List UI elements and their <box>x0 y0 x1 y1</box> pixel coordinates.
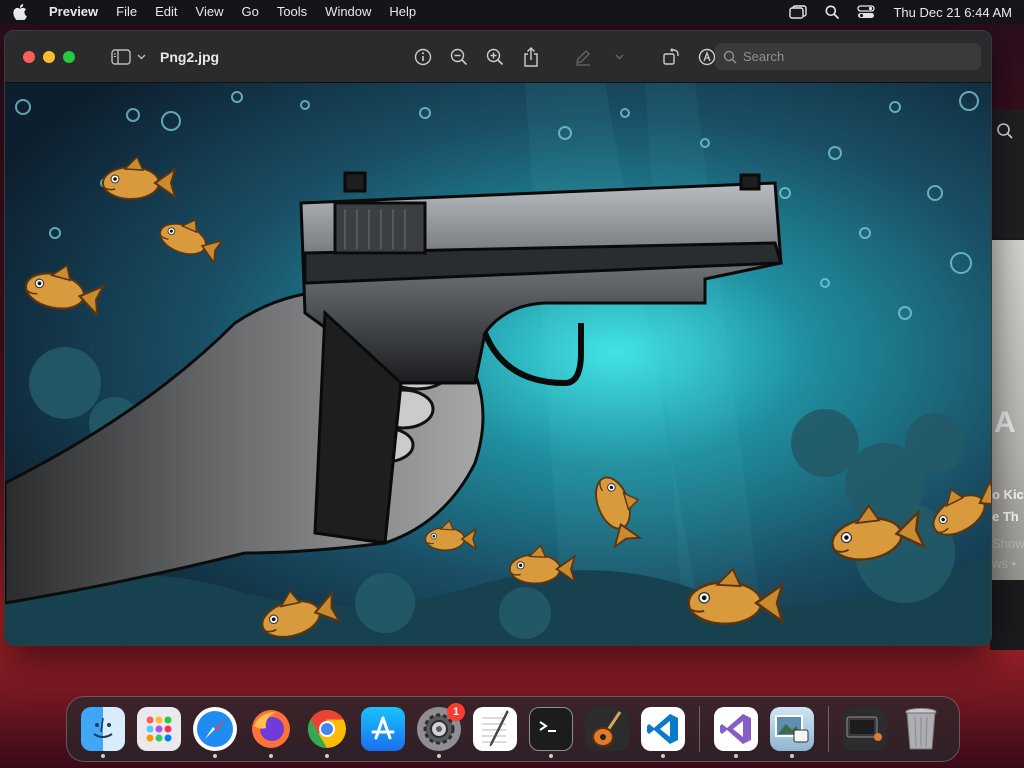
dock-visual-studio[interactable] <box>708 701 764 758</box>
pen-icon <box>576 50 590 66</box>
dock-launchpad[interactable] <box>131 701 187 757</box>
markup-pen-button[interactable] <box>565 31 601 83</box>
meta-line-1: Show <box>992 536 1024 551</box>
search-icon <box>723 50 737 64</box>
chevron-down-icon <box>615 54 623 60</box>
rotate-icon <box>663 48 679 65</box>
running-indicator <box>661 754 665 758</box>
window-toolbar: Png2.jpg <box>5 31 991 83</box>
menu-edit[interactable]: Edit <box>146 0 186 24</box>
zoom-in-icon <box>486 48 504 66</box>
sidebar-toggle-button[interactable] <box>111 48 146 65</box>
firefox-icon <box>249 707 293 751</box>
search-input[interactable] <box>743 49 963 64</box>
running-indicator <box>101 754 105 758</box>
dock-chrome[interactable] <box>299 701 355 758</box>
menu-view[interactable]: View <box>187 0 233 24</box>
dock-trash[interactable] <box>893 701 949 757</box>
menu-tools[interactable]: Tools <box>268 0 316 24</box>
dock-safari[interactable] <box>187 701 243 758</box>
headline-line-1: o Kic <box>992 487 1024 502</box>
running-indicator <box>213 754 217 758</box>
meta-line-2: ws • <box>992 556 1017 571</box>
dock-system-settings[interactable]: 1 <box>411 701 467 758</box>
dock-textedit[interactable] <box>467 701 523 757</box>
safari-icon <box>193 707 237 751</box>
document-title[interactable]: Png2.jpg <box>160 49 219 65</box>
notification-badge: 1 <box>447 703 465 721</box>
menu-file[interactable]: File <box>107 0 146 24</box>
zoom-window-button[interactable] <box>63 50 75 63</box>
control-center-icon[interactable] <box>849 5 883 19</box>
info-button[interactable] <box>405 31 441 83</box>
visual-studio-icon <box>714 707 758 751</box>
dock-garageband[interactable] <box>579 701 635 757</box>
headline-line-2: e Th <box>992 509 1019 524</box>
running-indicator <box>734 754 738 758</box>
textedit-icon <box>473 707 517 751</box>
running-indicator <box>790 754 794 758</box>
zoom-in-button[interactable] <box>477 31 513 83</box>
chevron-down-icon <box>137 54 146 59</box>
menu-help[interactable]: Help <box>380 0 425 24</box>
menu-window[interactable]: Window <box>316 0 380 24</box>
menu-app-preview[interactable]: Preview <box>40 0 107 24</box>
background-article-meta: Show ws • <box>992 534 1024 574</box>
dock-finder[interactable] <box>75 701 131 758</box>
traffic-lights <box>5 50 75 63</box>
zoom-out-button[interactable] <box>441 31 477 83</box>
toolbar-tools <box>405 31 725 83</box>
dock-app-store[interactable] <box>355 701 411 757</box>
markup-menu-button[interactable] <box>601 31 637 83</box>
app-store-icon <box>361 707 405 751</box>
markup-icon <box>698 48 716 66</box>
share-button[interactable] <box>513 31 549 83</box>
running-indicator <box>437 754 441 758</box>
terminal-icon <box>529 707 573 751</box>
zoom-out-icon <box>450 48 468 66</box>
running-indicator <box>549 754 553 758</box>
dock: 1 <box>66 696 960 762</box>
trash-icon <box>899 707 943 751</box>
running-indicator <box>325 754 329 758</box>
apple-icon <box>13 4 27 20</box>
menu-bar: Preview File Edit View Go Tools Window H… <box>0 0 1024 24</box>
apple-menu[interactable] <box>0 4 40 20</box>
minimize-window-button[interactable] <box>43 50 55 63</box>
menu-clock[interactable]: Thu Dec 21 6:44 AM <box>883 5 1012 20</box>
info-icon <box>414 48 432 66</box>
background-article-headline: o Kic e Th <box>992 484 1024 528</box>
launchpad-icon <box>137 707 181 751</box>
spotlight-search-icon[interactable] <box>815 5 849 19</box>
background-app-window[interactable]: A o Kic e Th Show ws • <box>990 110 1024 650</box>
rotate-button[interactable] <box>653 31 689 83</box>
chrome-icon <box>305 707 349 751</box>
dock-separator <box>699 706 700 752</box>
document-image <box>5 83 991 645</box>
running-indicator <box>269 754 273 758</box>
close-window-button[interactable] <box>23 50 35 63</box>
search-field[interactable] <box>715 43 981 70</box>
menu-go[interactable]: Go <box>232 0 267 24</box>
share-icon <box>524 47 538 67</box>
dock-preview[interactable] <box>764 701 820 758</box>
dock-screen-capture[interactable] <box>837 701 893 757</box>
preview-icon <box>770 707 814 751</box>
window-switcher-icon[interactable] <box>781 5 815 19</box>
vscode-icon <box>641 707 685 751</box>
sidebar-icon <box>111 48 131 65</box>
dock-firefox[interactable] <box>243 701 299 758</box>
screen-capture-icon <box>843 707 887 751</box>
dock-vscode[interactable] <box>635 701 691 758</box>
preview-window: Png2.jpg <box>4 30 992 646</box>
dock-separator <box>828 706 829 752</box>
background-search-icon[interactable] <box>996 122 1014 145</box>
document-canvas[interactable] <box>5 83 991 645</box>
background-article-big-text: A <box>994 406 1016 439</box>
finder-icon <box>81 707 125 751</box>
dock-terminal[interactable] <box>523 701 579 758</box>
guitar-icon <box>585 707 629 751</box>
